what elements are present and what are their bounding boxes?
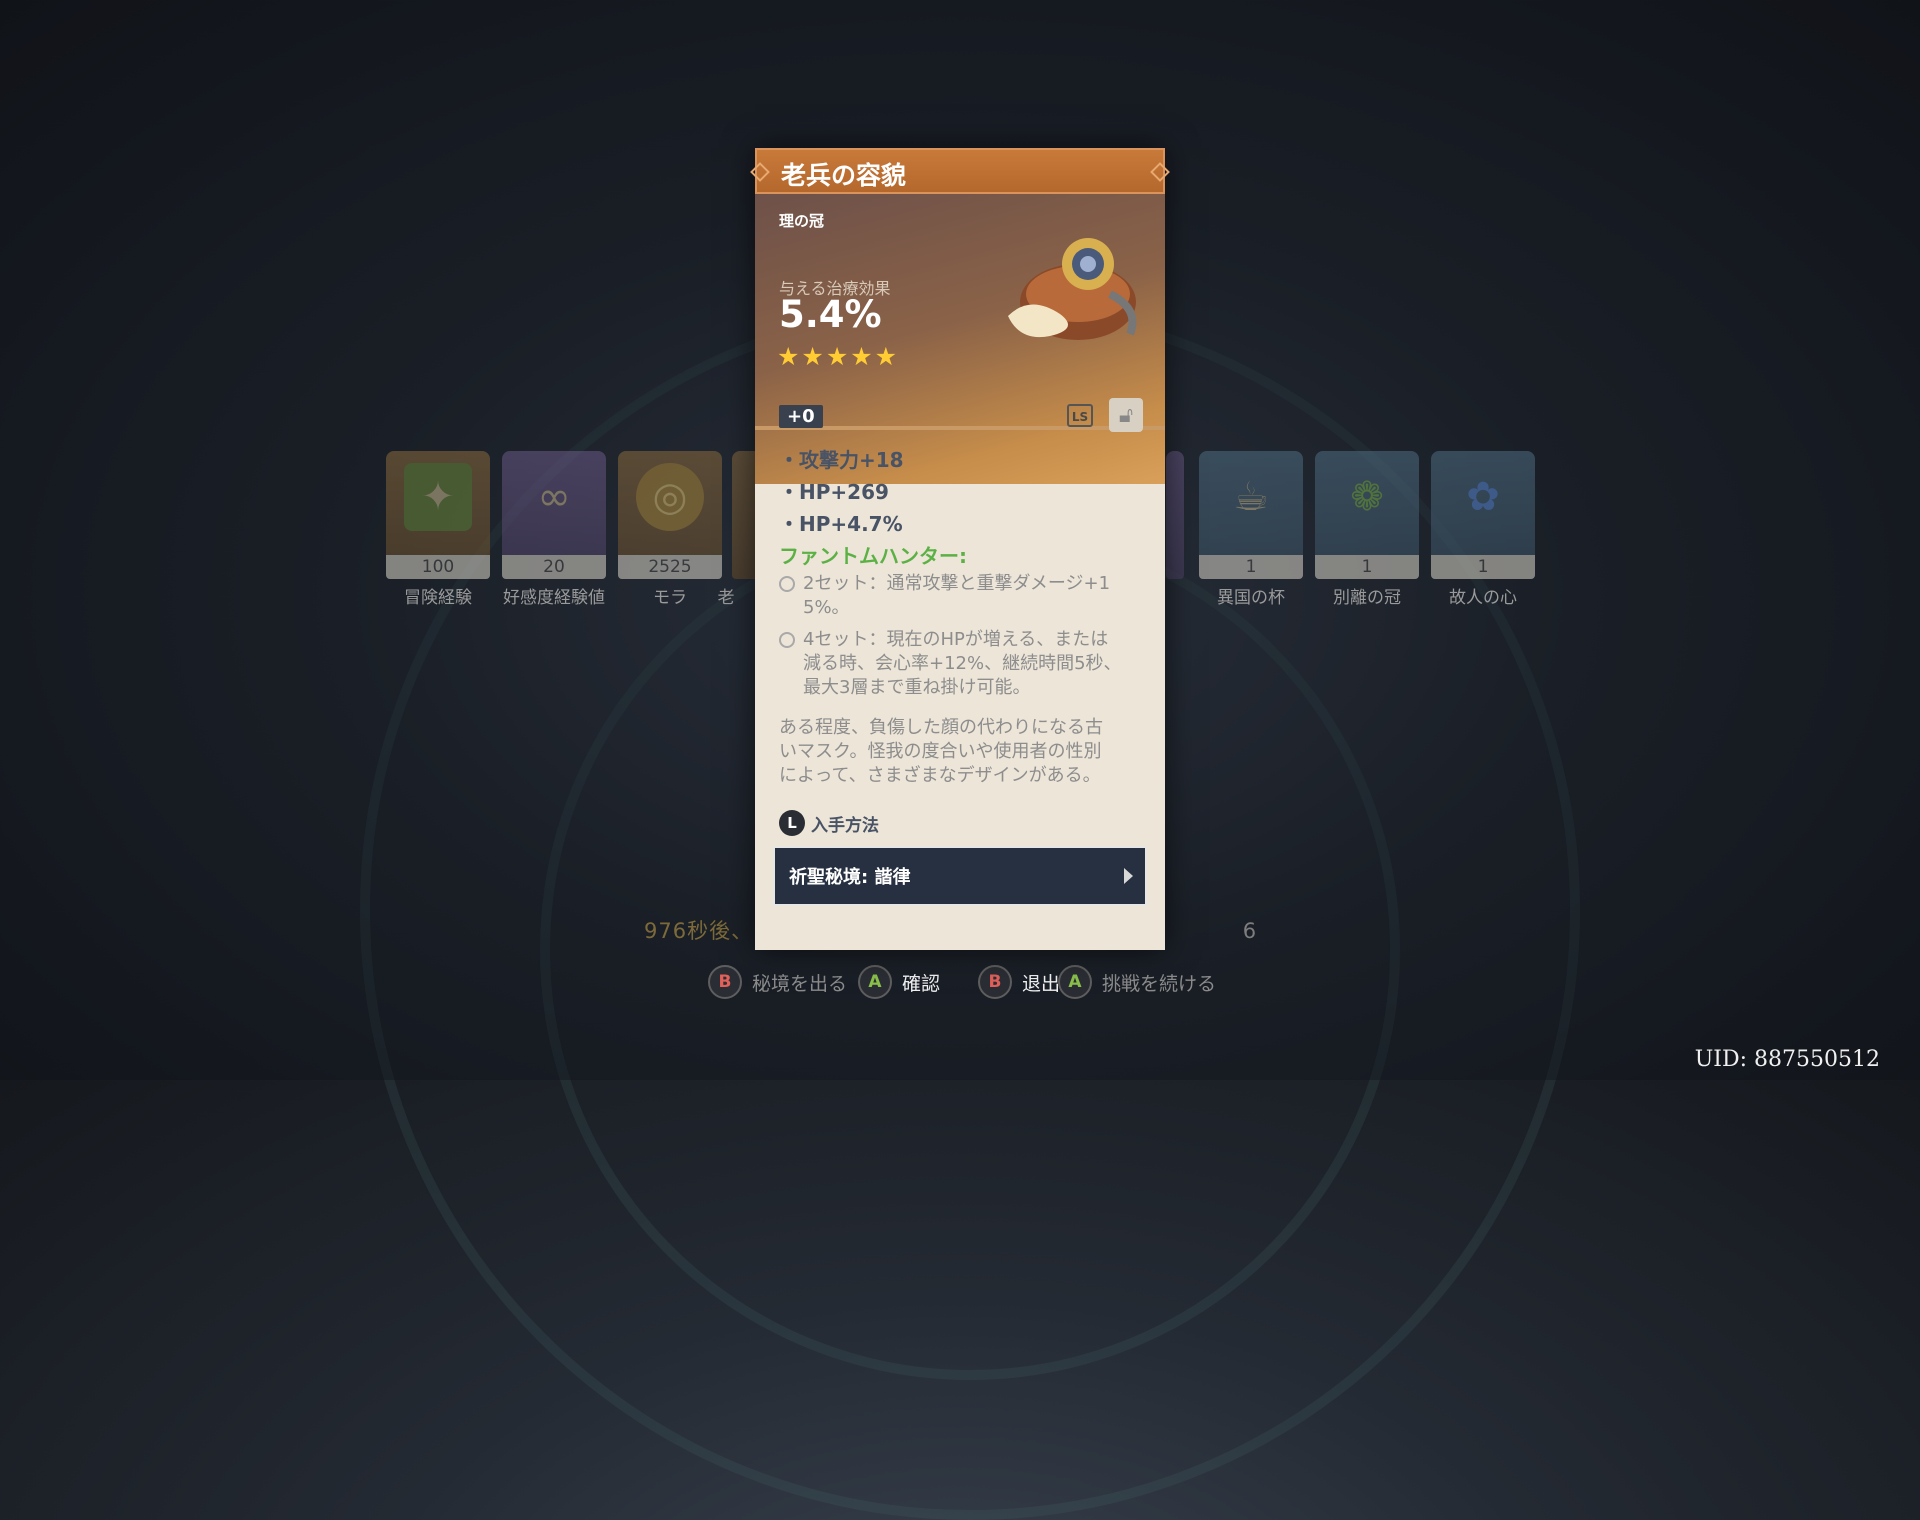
inactive-bonus-icon xyxy=(779,576,795,592)
reward-count: 1 xyxy=(1315,555,1419,579)
reward-item[interactable]: ✿ 1 xyxy=(1431,451,1535,579)
reward-item[interactable]: ∞ 20 xyxy=(502,451,606,579)
set-name: ファントムハンター: xyxy=(779,544,967,568)
set-2pc-effect: 2セット：通常攻撃と重撃ダメージ+1 5%。 xyxy=(779,572,1163,620)
reward-count: 100 xyxy=(386,555,490,579)
unlock-icon: 🔓︎ xyxy=(1118,402,1134,428)
source-domain-button[interactable]: 祈聖秘境: 諧律 xyxy=(773,846,1147,906)
source-header[interactable]: L 入手方法 xyxy=(779,810,879,836)
inactive-bonus-icon xyxy=(779,632,795,648)
reward-count: 1 xyxy=(1431,555,1535,579)
a-button-icon: A xyxy=(858,965,892,999)
reward-label: 冒険経験 xyxy=(404,588,472,608)
artifact-lore: ある程度、負傷した顔の代わりになる古 いマスク。怪我の度合いや使用者の性別 によ… xyxy=(779,716,1149,788)
artifact-title-bar: 老兵の容貌 xyxy=(750,148,1170,194)
artifact-slot: 理の冠 xyxy=(779,212,825,230)
companionship-exp-icon: ∞ xyxy=(537,474,571,520)
reward-label: 故人の心 xyxy=(1449,588,1517,608)
countdown-tail: 6 xyxy=(1242,919,1258,943)
ls-label: LS xyxy=(1066,403,1094,427)
reward-label: 異国の杯 xyxy=(1217,588,1285,608)
adventure-exp-icon: ✦ xyxy=(404,463,472,531)
artifact-name: 老兵の容貌 xyxy=(781,161,907,190)
substat-item: ・HP+4.7% xyxy=(779,512,903,536)
set-2pc-line: 2セット：通常攻撃と重撃ダメージ+1 xyxy=(803,573,1111,594)
rarity-stars: ★★★★★ xyxy=(777,342,900,371)
continue-challenge-hint[interactable]: A 挑戦を続ける xyxy=(1058,965,1216,999)
circlet-icon: ❁ xyxy=(1350,474,1384,520)
reward-count: 20 xyxy=(502,555,606,579)
substat-list: ・攻撃力+18 ・HP+269 ・HP+4.7% xyxy=(779,444,904,540)
ls-button[interactable]: LS xyxy=(1063,398,1097,432)
reward-item[interactable]: ✦ 100 xyxy=(386,451,490,579)
set-2pc-line: 5%。 xyxy=(803,597,850,618)
artifact-level-badge: +0 xyxy=(779,405,823,428)
source-domain-label: 祈聖秘境: 諧律 xyxy=(789,867,911,888)
reward-count: 1 xyxy=(1199,555,1303,579)
reward-item[interactable] xyxy=(1166,451,1184,579)
reward-label: 好感度経験値 xyxy=(503,588,605,608)
reward-label: 別離の冠 xyxy=(1333,588,1401,608)
continue-challenge-label: 挑戦を続ける xyxy=(1102,972,1217,995)
circlet-mask-icon xyxy=(1008,238,1137,340)
set-4pc-line: 最大3層まで重ね掛け可能。 xyxy=(803,677,1031,698)
artifact-detail-card: 老兵の容貌 理の冠 与える治療効果 5.4% ★★★★★ +0 LS 🔓︎ ・攻… xyxy=(750,148,1170,950)
reward-item[interactable]: ◎ 2525 xyxy=(618,451,722,579)
reward-item[interactable]: ❁ 1 xyxy=(1315,451,1419,579)
l-button-icon: L xyxy=(779,810,805,836)
set-4pc-effect: 4セット：現在のHPが増える、または 減る時、会心率+12%、継続時間5秒、 最… xyxy=(779,628,1163,700)
substat-item: ・HP+269 xyxy=(779,480,889,504)
chevron-right-icon xyxy=(1124,868,1133,884)
lore-line: いマスク。怪我の度合いや使用者の性別 xyxy=(779,741,1102,762)
lore-line: によって、さまざまなデザインがある。 xyxy=(779,765,1101,786)
mora-icon: ◎ xyxy=(636,463,704,531)
a-button-icon: A xyxy=(1058,965,1092,999)
reward-item[interactable]: ☕ 1 xyxy=(1199,451,1303,579)
reward-count: 2525 xyxy=(618,555,722,579)
source-header-label: 入手方法 xyxy=(811,815,879,836)
b-button-icon: B xyxy=(978,965,1012,999)
exit-label: 退出 xyxy=(1022,972,1061,995)
confirm-hint[interactable]: A 確認 xyxy=(858,965,940,999)
set-4pc-line: 4セット：現在のHPが増える、または xyxy=(803,629,1109,650)
uid-label: UID: 887550512 xyxy=(1694,1047,1880,1072)
main-stat-value: 5.4% xyxy=(779,293,882,336)
confirm-label: 確認 xyxy=(902,972,941,995)
lore-line: ある程度、負傷した顔の代わりになる古 xyxy=(779,717,1103,738)
goblet-icon: ☕ xyxy=(1233,474,1269,520)
substat-item: ・攻撃力+18 xyxy=(779,448,904,472)
b-button-icon: B xyxy=(708,965,742,999)
lock-toggle[interactable]: 🔓︎ xyxy=(1109,398,1143,432)
flower-icon: ✿ xyxy=(1466,474,1500,520)
reward-label: 老 xyxy=(717,588,735,608)
set-4pc-line: 減る時、会心率+12%、継続時間5秒、 xyxy=(803,653,1122,674)
leave-domain-label: 秘境を出る xyxy=(752,972,848,995)
leave-domain-hint[interactable]: B 秘境を出る xyxy=(708,965,847,999)
exit-hint[interactable]: B 退出 xyxy=(978,965,1060,999)
